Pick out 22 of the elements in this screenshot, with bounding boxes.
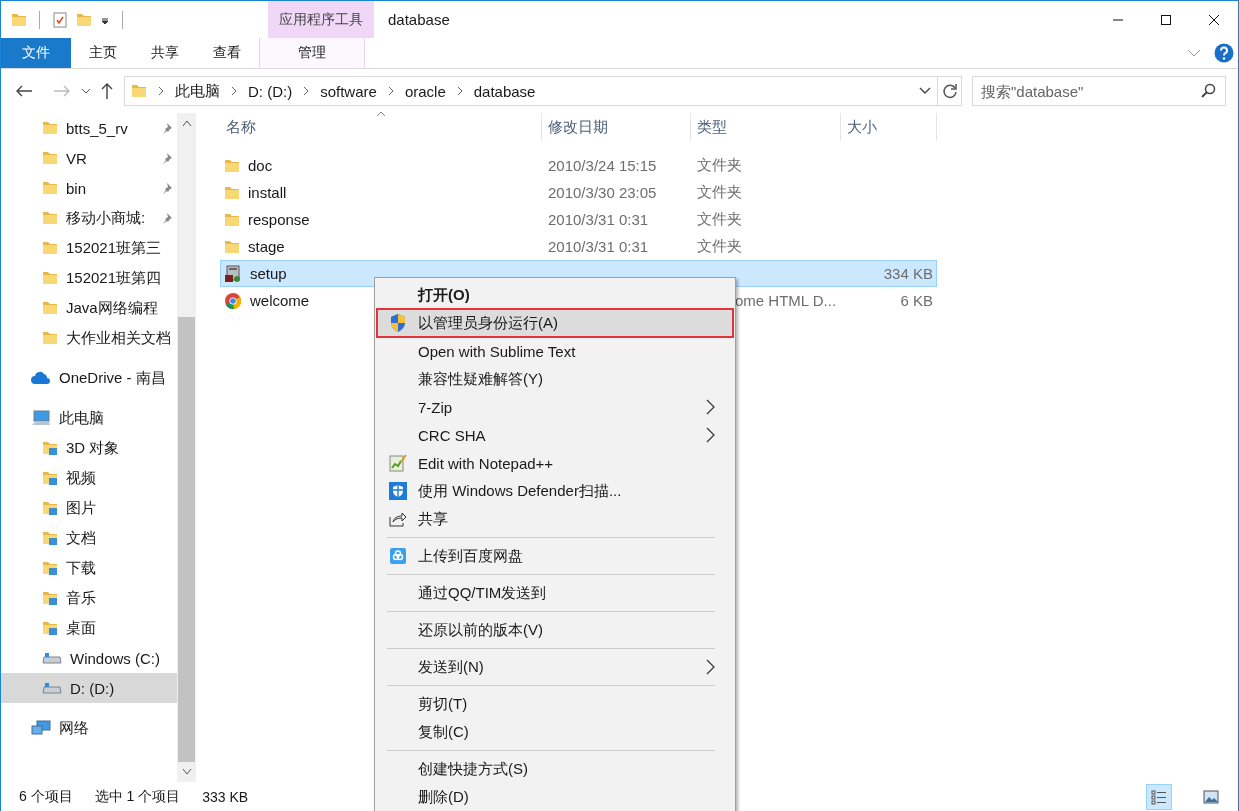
selection-size: 333 KB (202, 788, 249, 805)
modified-date: 2010/3/31 0:31 (548, 211, 649, 228)
file-type: 文件夹 (697, 210, 742, 229)
modified-date: 2010/3/30 23:05 (548, 184, 657, 201)
file-name: response (248, 211, 310, 228)
file-size: 6 KB (900, 292, 933, 309)
file-type: 文件夹 (697, 183, 742, 202)
modified-date: 2010/3/31 0:31 (548, 238, 649, 255)
window-title: database (387, 10, 450, 30)
file-name: welcome (250, 292, 310, 309)
file-type: 文件夹 (697, 237, 742, 256)
modified-date: 2010/3/24 15:15 (548, 157, 657, 174)
selection-count: 选中 1 个项目 (94, 787, 181, 806)
file-type: ome HTML D... (735, 292, 837, 309)
file-name: doc (248, 157, 273, 174)
contextual-tab-group-label: 应用程序工具 (268, 1, 374, 38)
file-type: 文件夹 (697, 156, 742, 175)
file-name: stage (248, 238, 285, 255)
file-name: setup (250, 265, 287, 282)
file-size: 334 KB (883, 265, 933, 282)
item-count: 6 个项目 (19, 787, 73, 806)
file-name: install (248, 184, 287, 201)
